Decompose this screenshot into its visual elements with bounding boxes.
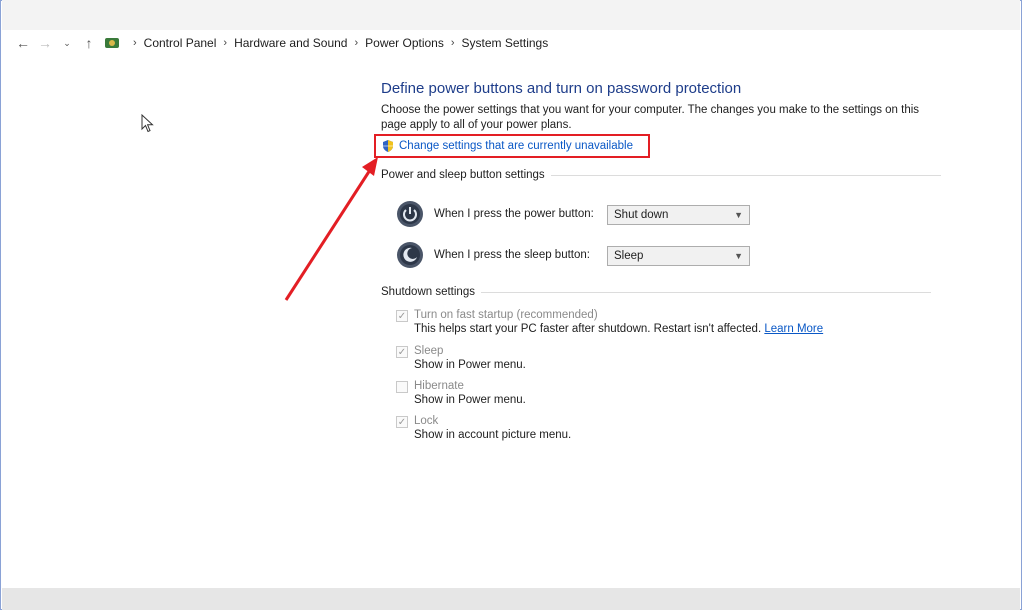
breadcrumb-hardware-and-sound[interactable]: Hardware and Sound <box>234 36 347 50</box>
power-sleep-heading: Power and sleep button settings <box>381 169 545 181</box>
breadcrumb-separator: › <box>133 37 137 49</box>
fast-startup-option: ✓ Turn on fast startup (recommended) Thi… <box>396 309 823 335</box>
back-icon[interactable]: ← <box>12 35 34 51</box>
sleep-checkbox[interactable]: ✓ <box>396 346 408 358</box>
shutdown-heading: Shutdown settings <box>381 286 475 298</box>
divider <box>550 174 941 176</box>
sleep-option: ✓ Sleep Show in Power menu. <box>396 345 526 371</box>
power-button-select[interactable]: Shut down ▼ <box>607 205 750 225</box>
page-description: Choose the power settings that you want … <box>381 104 920 131</box>
lock-option-label: Lock <box>414 415 439 427</box>
power-button-value: Shut down <box>614 209 669 221</box>
power-sleep-group-header: Power and sleep button settings <box>381 169 941 181</box>
address-bar: ← → ⌄ ↑ › Control Panel › Hardware and S… <box>2 30 1020 56</box>
page-title: Define power buttons and turn on passwor… <box>381 80 742 97</box>
breadcrumb-separator: › <box>450 37 455 49</box>
lock-option: ✓ Lock Show in account picture menu. <box>396 415 571 441</box>
forward-icon[interactable]: → <box>34 35 56 51</box>
power-button-label: When I press the power button: <box>434 208 594 220</box>
sleep-option-note: Show in Power menu. <box>414 359 526 371</box>
divider <box>480 291 931 293</box>
power-button-row: When I press the power button: <box>396 200 594 228</box>
main-content: Define power buttons and turn on passwor… <box>381 80 941 181</box>
breadcrumb-separator: › <box>223 37 228 49</box>
breadcrumb-system-settings[interactable]: System Settings <box>462 36 549 50</box>
highlight-box <box>374 134 650 158</box>
hibernate-option-note: Show in Power menu. <box>414 394 526 406</box>
status-bar <box>2 588 1020 610</box>
up-icon[interactable]: ↑ <box>78 35 100 51</box>
breadcrumb-control-panel[interactable]: Control Panel <box>144 36 217 50</box>
power-button-icon <box>397 201 423 227</box>
control-panel-icon <box>105 38 119 48</box>
learn-more-link[interactable]: Learn More <box>764 323 823 335</box>
lock-option-note: Show in account picture menu. <box>414 429 572 441</box>
hibernate-checkbox[interactable] <box>396 381 408 393</box>
hibernate-option-label: Hibernate <box>414 380 464 392</box>
fast-startup-checkbox[interactable]: ✓ <box>396 310 408 322</box>
mouse-pointer-icon <box>141 114 154 133</box>
breadcrumb-power-options[interactable]: Power Options <box>365 36 444 50</box>
breadcrumb-separator: › <box>354 37 359 49</box>
hibernate-option: Hibernate Show in Power menu. <box>396 380 526 406</box>
chevron-down-icon: ▼ <box>734 210 743 220</box>
fast-startup-note-row: This helps start your PC faster after sh… <box>414 323 823 335</box>
fast-startup-note: This helps start your PC faster after sh… <box>414 323 762 335</box>
sleep-button-icon <box>397 242 423 268</box>
sleep-button-row: When I press the sleep button: <box>396 241 590 269</box>
recent-locations-chevron-icon[interactable]: ⌄ <box>56 38 78 49</box>
sleep-button-select[interactable]: Sleep ▼ <box>607 246 750 266</box>
title-bar <box>2 0 1020 30</box>
fast-startup-label: Turn on fast startup (recommended) <box>414 309 598 321</box>
shutdown-group-header: Shutdown settings <box>381 286 931 298</box>
sleep-button-label: When I press the sleep button: <box>434 249 590 261</box>
breadcrumb: › Control Panel › Hardware and Sound › P… <box>126 36 548 50</box>
sleep-button-value: Sleep <box>614 250 644 262</box>
sleep-option-label: Sleep <box>414 345 444 357</box>
lock-checkbox[interactable]: ✓ <box>396 416 408 428</box>
chevron-down-icon: ▼ <box>734 251 743 261</box>
